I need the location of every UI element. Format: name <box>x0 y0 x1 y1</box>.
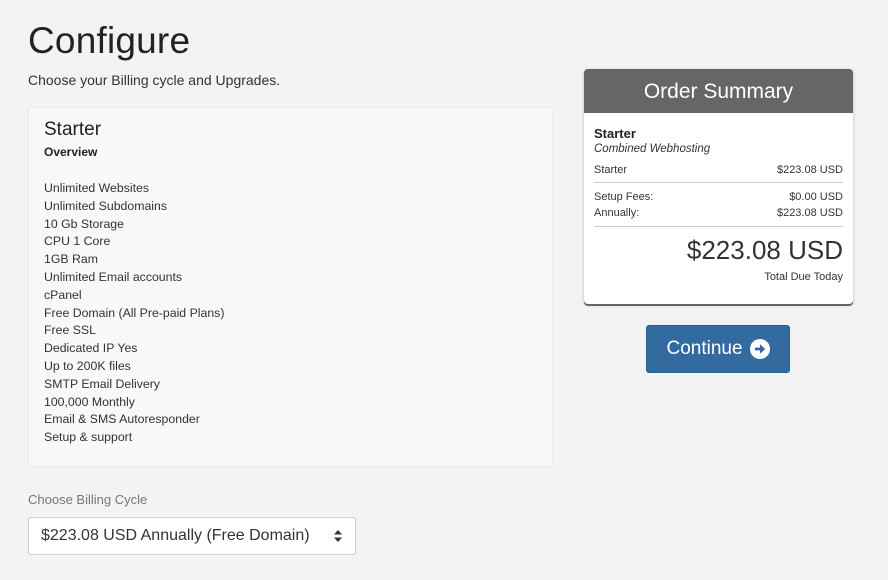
line-item-label: Starter <box>594 164 628 176</box>
billing-cycle-select[interactable]: $223.08 USD Annually (Free Domain) <box>28 517 356 555</box>
feature-item: SMTP Email Delivery <box>44 376 160 391</box>
feature-item: 100,000 Monthly <box>44 394 135 409</box>
feature-item: Unlimited Websites <box>44 181 150 195</box>
summary-recurring: Annually: $223.08 USD <box>594 205 843 227</box>
feature-item: Unlimited Subdomains <box>44 198 168 213</box>
feature-item: cPanel <box>44 287 82 302</box>
feature-item: 10 Gb Storage <box>44 216 124 231</box>
overview-label: Overview <box>44 145 98 159</box>
summary-line-item: Starter $223.08 USD <box>594 162 843 183</box>
summary-product-name: Starter <box>594 126 636 141</box>
summary-product-group: Combined Webhosting <box>594 143 711 155</box>
feature-item: Email & SMS Autoresponder <box>44 412 200 427</box>
feature-item: 1GB Ram <box>44 252 98 267</box>
feature-item: Dedicated IP Yes <box>44 341 138 356</box>
continue-label: Continue <box>666 338 743 359</box>
page-title: Configure <box>28 20 191 61</box>
feature-item: Free SSL <box>44 323 96 338</box>
order-summary-header: Order Summary <box>584 69 853 113</box>
summary-setup-fees: Setup Fees: $0.00 USD <box>594 189 843 205</box>
summary-total-label: Total Due Today <box>764 271 843 283</box>
line-item-value: $223.08 USD <box>776 164 843 176</box>
recurring-value: $223.08 USD <box>776 207 843 219</box>
setup-fees-label: Setup Fees: <box>594 191 654 203</box>
feature-list: Unlimited Websites Unlimited Subdomains … <box>44 180 537 447</box>
recurring-label: Annually: <box>594 207 640 219</box>
billing-cycle-selected-value: $223.08 USD Annually (Free Domain) <box>41 527 310 544</box>
product-info-panel: Starter Overview Unlimited Websites Unli… <box>28 107 553 467</box>
feature-item: CPU 1 Core <box>44 234 111 249</box>
feature-item: Up to 200K files <box>44 358 131 373</box>
billing-cycle-label: Choose Billing Cycle <box>28 492 148 507</box>
feature-item: Setup & support <box>44 430 133 445</box>
feature-item: Free Domain (All Pre-paid Plans) <box>44 305 225 320</box>
product-name: Starter <box>44 119 102 140</box>
arrow-circle-right-icon <box>749 339 770 359</box>
page-subtitle: Choose your Billing cycle and Upgrades. <box>28 72 281 88</box>
summary-total-amount: $223.08 USD <box>686 235 843 265</box>
continue-button[interactable]: Continue <box>646 325 790 373</box>
feature-item: Unlimited Email accounts <box>44 269 183 284</box>
setup-fees-value: $0.00 USD <box>789 191 843 203</box>
updown-arrows-icon <box>333 529 343 543</box>
order-summary-panel: Order Summary Starter Combined Webhostin… <box>584 69 853 304</box>
